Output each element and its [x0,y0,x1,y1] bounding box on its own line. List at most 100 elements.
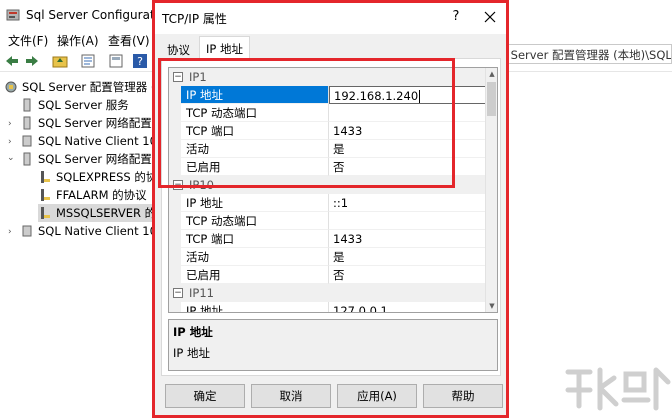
group-name: IP10 [189,178,214,192]
property-name: IP 地址 [181,302,329,312]
tree-item-sqlexpress[interactable]: SQLEXPRESS 的协议 [38,168,169,186]
description-title: IP 地址 [173,325,213,339]
group-header-ip1[interactable]: − IP1 [169,68,487,86]
tree-item-label: MSSQLSERVER 的协 [56,206,168,220]
property-name: 活动 [181,140,329,158]
property-value[interactable]: 是 [329,140,487,158]
scroll-up-icon[interactable]: ▲ [486,68,497,80]
menu-file[interactable]: 文件(F) [8,32,48,49]
property-row[interactable]: 已启用 否 [169,266,487,284]
dialog-title: TCP/IP 属性 [162,12,227,26]
group-header-ip11[interactable]: − IP11 [169,284,487,302]
properties-icon[interactable] [80,53,96,69]
tree-item-label: SQL Native Client 10.0 [38,224,168,238]
property-value: 192.168.1.240 [334,89,419,103]
property-value[interactable] [329,104,487,122]
tree-item-native-client[interactable]: SQL Native Client 10.0 [20,222,168,240]
scroll-thumb[interactable] [487,82,496,116]
property-row[interactable]: TCP 动态端口 [169,104,487,122]
dialog-title-bar: TCP/IP 属性 ? [153,0,508,34]
export-list-icon[interactable] [108,53,124,69]
up-folder-icon[interactable] [52,53,68,69]
collapse-icon[interactable]: − [173,72,183,82]
ok-button[interactable]: 确定 [165,384,245,408]
collapse-icon[interactable]: − [173,180,183,190]
console-tree: SQL Server 配置管理器 (本 SQL Server 服务 › SQL … [0,74,172,418]
property-value[interactable]: 是 [329,248,487,266]
property-row[interactable]: TCP 端口 1433 [169,230,487,248]
tree-item-network-config-32[interactable]: SQL Server 网络配置(3 [20,114,164,132]
client-icon [22,135,32,147]
property-row[interactable]: 活动 是 [169,248,487,266]
property-value[interactable]: 1433 [329,122,487,140]
property-row[interactable]: TCP 动态端口 [169,212,487,230]
tree-item-label: SQL Server 配置管理器 (本 [22,80,167,94]
svg-text:?: ? [137,55,143,68]
tree-item-label: SQL Server 网络配置 [38,152,152,166]
tab-ip-addresses[interactable]: IP 地址 [199,36,250,58]
property-name: TCP 动态端口 [181,104,329,122]
ip-addresses-page: − IP1 IP 地址 192.168.1.240 TCP 动态端口 TCP 端… [161,58,501,376]
tree-item-ffalarm[interactable]: FFALARM 的协议 [38,186,147,204]
help-button[interactable]: 帮助 [423,384,503,408]
server-icon [23,152,31,166]
property-row[interactable]: 活动 是 [169,140,487,158]
property-name: IP 地址 [181,194,329,212]
client-icon [22,225,32,237]
property-row[interactable]: TCP 端口 1433 [169,122,487,140]
property-name: 已启用 [181,158,329,176]
protocol-icon [41,189,50,201]
ip-address-input[interactable]: 192.168.1.240 [329,86,487,104]
tree-item-label: FFALARM 的协议 [56,188,147,202]
collapse-arrow-icon[interactable]: ⌄ [7,153,15,163]
text-caret [419,90,421,103]
description-panel: IP 地址 IP 地址 [168,319,498,371]
forward-arrow-icon[interactable] [24,53,40,69]
tree-item-label: SQL Native Client 10.0 [38,134,168,148]
tree-item-label: SQL Server 服务 [38,98,129,112]
property-value[interactable]: 1433 [329,230,487,248]
tree-item-services[interactable]: SQL Server 服务 [20,96,129,114]
property-row[interactable]: IP 地址 192.168.1.240 [169,86,487,104]
expand-arrow-icon[interactable]: › [8,119,12,129]
group-header-ip10[interactable]: − IP10 [169,176,487,194]
vertical-scrollbar[interactable]: ▲ ▼ [485,68,497,312]
tree-item-root[interactable]: SQL Server 配置管理器 (本 [4,78,167,96]
app-icon [6,9,20,21]
scroll-down-icon[interactable]: ▼ [486,300,497,312]
property-value[interactable]: ::1 [329,194,487,212]
property-name: 活动 [181,248,329,266]
tcpip-properties-dialog: TCP/IP 属性 ? 协议 IP 地址 − IP1 IP 地址 192.168… [152,0,509,418]
expand-arrow-icon[interactable]: › [8,137,12,147]
server-icon [23,116,31,130]
help-icon[interactable]: ? [132,53,148,69]
apply-button[interactable]: 应用(A) [337,384,417,408]
property-row[interactable]: 已启用 否 [169,158,487,176]
description-text: IP 地址 [173,346,210,360]
close-button[interactable] [476,6,504,28]
config-manager-icon [5,81,17,93]
menu-view[interactable]: 查看(V) [108,32,150,49]
menu-action[interactable]: 操作(A) [57,32,99,49]
property-value[interactable]: 127.0.0.1 [329,302,487,312]
property-name: TCP 端口 [181,122,329,140]
expand-arrow-icon[interactable]: › [8,227,12,237]
property-value[interactable]: 否 [329,266,487,284]
cancel-button[interactable]: 取消 [251,384,331,408]
close-icon [484,11,496,23]
property-name: 已启用 [181,266,329,284]
property-value[interactable]: 否 [329,158,487,176]
property-grid: − IP1 IP 地址 192.168.1.240 TCP 动态端口 TCP 端… [168,67,498,313]
property-name: TCP 动态端口 [181,212,329,230]
site-watermark-logo [565,367,671,411]
tree-item-network-config[interactable]: SQL Server 网络配置 [20,150,152,168]
tab-protocol[interactable]: 协议 [161,40,196,58]
tree-item-label: SQL Server 网络配置(3 [38,116,164,130]
tree-item-native-client-32[interactable]: SQL Native Client 10.0 [20,132,168,150]
property-row[interactable]: IP 地址 127.0.0.1 [169,302,487,312]
collapse-icon[interactable]: − [173,288,183,298]
help-glyph-button[interactable]: ? [442,6,470,28]
property-row[interactable]: IP 地址 ::1 [169,194,487,212]
property-value[interactable] [329,212,487,230]
back-arrow-icon[interactable] [4,53,20,69]
